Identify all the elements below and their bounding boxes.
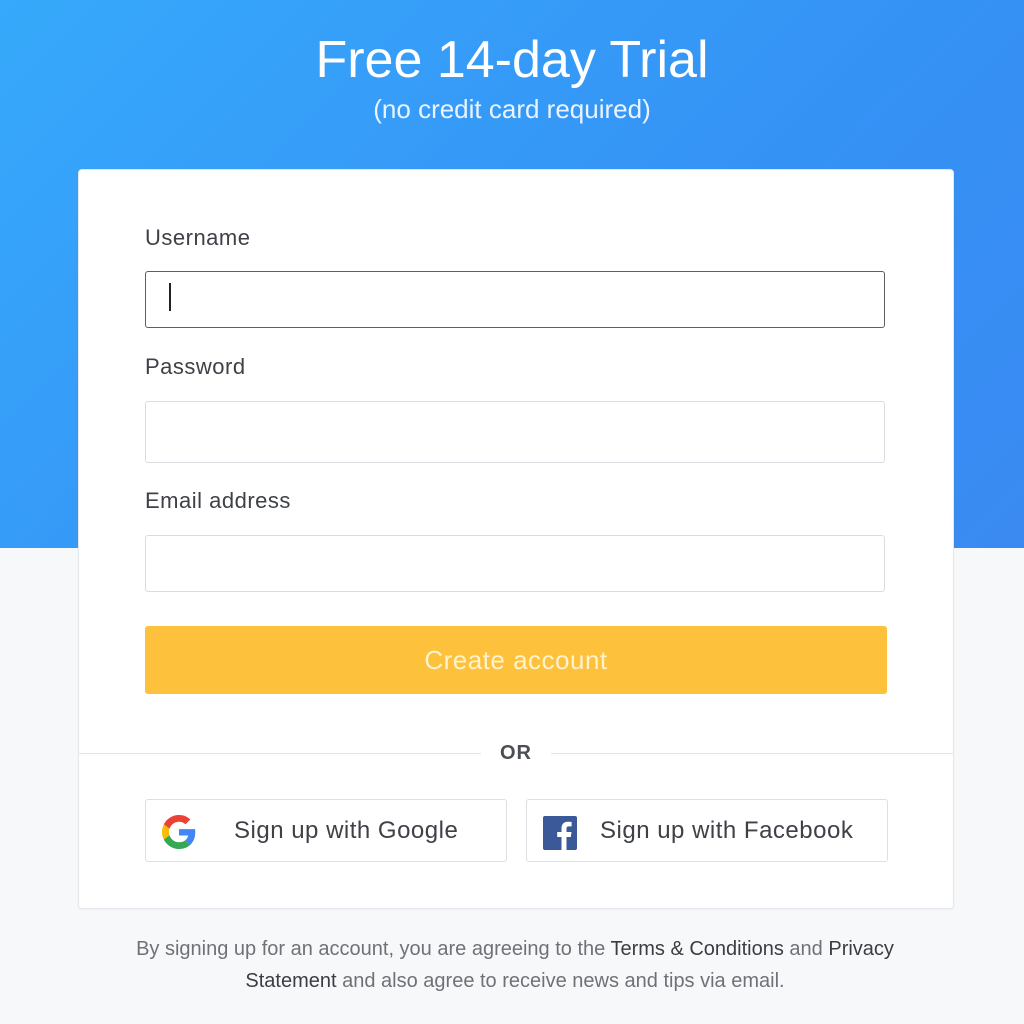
email-input[interactable] [145,535,885,592]
terms-notice: By signing up for an account, you are ag… [90,933,940,997]
or-divider: OR [481,736,551,770]
text-cursor [169,283,171,311]
create-account-button[interactable]: Create account [145,626,887,694]
terms-text-3: and also agree to receive news and tips … [336,970,785,992]
terms-link[interactable]: Terms & Conditions [610,938,783,960]
google-signup-button[interactable]: Sign up with Google [145,799,507,862]
google-logo-icon [162,815,196,849]
facebook-logo-icon [543,816,577,850]
password-input[interactable] [145,401,885,463]
signup-card: Username Password Email address Create a… [78,169,954,909]
username-label: Username [145,225,251,250]
google-signup-label: Sign up with Google [234,817,459,844]
facebook-signup-button[interactable]: Sign up with Facebook [526,799,888,862]
terms-text-1: By signing up for an account, you are ag… [136,938,611,960]
username-input[interactable] [145,271,885,328]
facebook-signup-label: Sign up with Facebook [600,817,854,844]
or-text: OR [500,742,532,764]
email-label: Email address [145,488,291,513]
password-label: Password [145,354,246,379]
page-title: Free 14-day Trial [315,31,709,89]
terms-text-2: and [783,938,829,960]
page-subtitle: (no credit card required) [373,94,651,124]
